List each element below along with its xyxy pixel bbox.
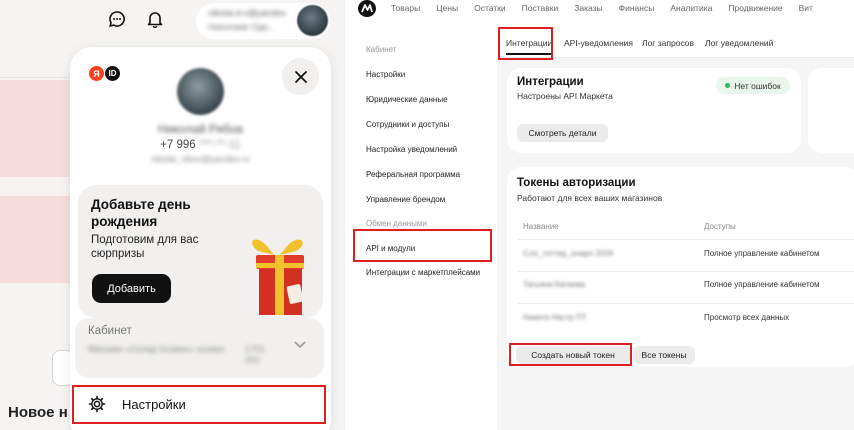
yandex-id-logo: Я ID: [89, 66, 120, 81]
status-dot-icon: [725, 83, 731, 88]
market-partner-pane: Товары Цены Остатки Поставки Заказы Фина…: [352, 0, 854, 430]
gear-icon: [88, 395, 106, 413]
profile-email: nikolai_ribov@yandex.ru: [151, 154, 250, 164]
token-access: Полное управление кабинетом: [704, 249, 820, 258]
nav-item-finance[interactable]: Финансы: [619, 3, 655, 13]
cabinet-value-code: 1701 001: [245, 344, 266, 365]
nav-item-orders[interactable]: Заказы: [574, 3, 602, 13]
status-badge: Нет ошибок: [716, 77, 790, 94]
birthday-title: Добавьте день рождения: [91, 197, 191, 229]
sidebar-item-notifications[interactable]: Настройка уведомлений: [366, 145, 457, 154]
profile-phone: +7 996 ***-**-11: [70, 139, 331, 151]
nav-item-analytics[interactable]: Аналитика: [670, 3, 712, 13]
sidebar-item-referral[interactable]: Реферальная программа: [366, 170, 460, 179]
nav-item-promotion[interactable]: Продвижение: [728, 3, 782, 13]
user-display-name: Николаев Оде...: [208, 22, 276, 32]
tab-request-log[interactable]: Лог запросов: [642, 38, 694, 48]
bell-icon[interactable]: [144, 8, 166, 30]
tokens-card: Токены авторизации Работают для всех ваш…: [507, 167, 854, 367]
token-name: Никита Настр ПТ: [523, 313, 587, 322]
create-token-button[interactable]: Создать новый токен: [516, 346, 630, 364]
chevron-down-icon: [294, 341, 306, 349]
nav-item-showcase[interactable]: Вит: [799, 3, 813, 13]
tokens-subtitle: Работают для всех ваших магазинов: [517, 193, 663, 203]
integrations-card: Интеграции Настроены API Маркета Нет оши…: [507, 68, 801, 153]
cabinet-value: Магазин «Склад Хозяин» хозяин: [88, 344, 225, 354]
sidebar-header-cabinet: Кабинет: [366, 45, 397, 54]
side-card: [808, 68, 854, 153]
cabinet-label: Кабинет: [88, 325, 132, 337]
column-header-name: Название: [523, 222, 559, 231]
active-tab-indicator: [506, 53, 552, 55]
tab-integrations[interactable]: Интеграции: [506, 38, 552, 48]
token-name: Сло_тоттер_онаро 2024: [523, 249, 614, 258]
nav-item-supplies[interactable]: Поставки: [522, 3, 559, 13]
tokens-title: Токены авторизации: [517, 177, 636, 189]
token-access: Просмотр всех данных: [704, 313, 790, 322]
table-divider: [518, 239, 854, 240]
column-header-access: Доступы: [704, 222, 736, 231]
sidebar-item-staff[interactable]: Сотрудники и доступы: [366, 120, 449, 129]
settings-menu-item[interactable]: Настройки: [70, 386, 331, 422]
phone-prefix: +7 996: [160, 139, 196, 151]
token-access: Полное управление кабинетом: [704, 280, 820, 289]
screenshot-composite: Новое н nikolai.d.v@yandex Николаев Оде.…: [0, 0, 854, 430]
sidebar-item-marketplace-integrations[interactable]: Интеграции с маркетплейсами: [366, 268, 480, 277]
integrations-title: Интеграции: [517, 76, 584, 88]
token-name: Татьяна Катаева: [523, 280, 586, 289]
nav-item-products[interactable]: Товары: [391, 3, 420, 13]
id-logo-icon: ID: [105, 66, 120, 81]
user-login: nikolai.d.v@yandex: [208, 8, 287, 18]
phone-rest: ***-**-11: [195, 139, 241, 151]
nav-item-stock[interactable]: Остатки: [474, 3, 506, 13]
sidebar-item-api[interactable]: API и модули: [366, 244, 415, 253]
sidebar-item-settings[interactable]: Настройки: [366, 70, 405, 79]
page-banner-top: [0, 80, 80, 177]
cabinet-selector[interactable]: Кабинет Магазин «Склад Хозяин» хозяин 17…: [75, 318, 324, 378]
sidebar-item-legal[interactable]: Юридические данные: [366, 95, 448, 104]
table-divider: [518, 271, 854, 272]
chat-icon[interactable]: [106, 8, 128, 30]
avatar[interactable]: [297, 5, 328, 36]
nav-item-prices[interactable]: Цены: [436, 3, 458, 13]
page-banner-middle: [0, 196, 80, 283]
gift-icon: [252, 239, 304, 315]
yandex-id-pane: Новое н nikolai.d.v@yandex Николаев Оде.…: [0, 0, 345, 430]
add-birthday-button[interactable]: Добавить: [92, 274, 171, 303]
tab-notification-log[interactable]: Лог уведомлений: [705, 38, 773, 48]
yandex-logo-icon: Я: [89, 66, 104, 81]
view-details-button[interactable]: Смотреть детали: [517, 124, 608, 142]
birthday-subtitle: Подготовим для вас сюрпризы: [91, 234, 199, 260]
status-badge-text: Нет ошибок: [734, 80, 781, 91]
top-navigation: Товары Цены Остатки Поставки Заказы Фина…: [391, 3, 829, 13]
all-tokens-button[interactable]: Все токены: [633, 346, 695, 364]
settings-label: Настройки: [122, 397, 186, 412]
sidebar-item-brand[interactable]: Управление брендом: [366, 195, 445, 204]
tab-api-notifications[interactable]: API-уведомления: [564, 38, 633, 48]
table-divider: [518, 303, 854, 304]
market-logo-icon[interactable]: [358, 0, 376, 17]
profile-avatar: [177, 68, 224, 115]
close-icon: [294, 70, 307, 83]
integrations-subtitle: Настроены API Маркета: [517, 91, 613, 101]
close-button[interactable]: [282, 58, 319, 95]
yandex-id-popup: Я ID Николай Рябов +7 996 ***-**-11 niko…: [70, 47, 331, 430]
birthday-promo-card: Добавьте день рождения Подготовим для ва…: [78, 185, 323, 318]
page-section-heading: Новое н: [8, 404, 68, 421]
profile-full-name: Николай Рябов: [158, 122, 243, 136]
sidebar-header-data-exchange: Обмен данными: [366, 219, 427, 228]
page-divider: [0, 77, 80, 78]
